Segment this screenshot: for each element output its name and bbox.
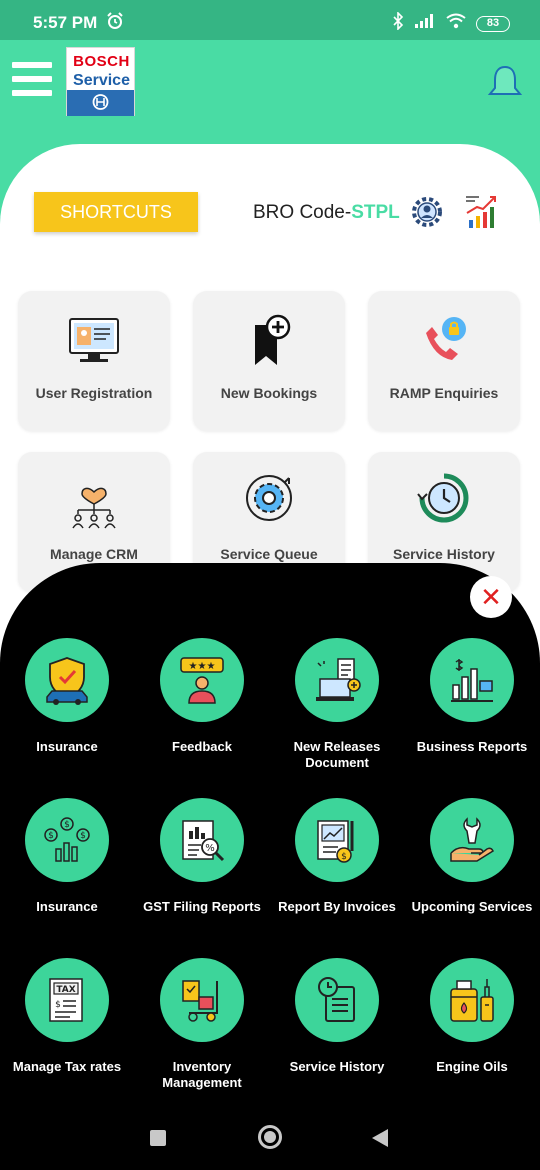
svg-text:$: $: [48, 831, 54, 841]
menu-item-label: Upcoming Services: [411, 899, 533, 914]
menu-item-label: Insurance: [36, 739, 98, 754]
menu-item-label: Manage Tax rates: [12, 1059, 122, 1074]
tile-ramp-enquiries[interactable]: RAMP Enquiries: [368, 291, 520, 431]
bell-icon[interactable]: [486, 64, 524, 105]
menu-item-insurance[interactable]: [25, 638, 109, 722]
menu-item-inventory-management[interactable]: [160, 958, 244, 1042]
wrench-hand-icon: [450, 817, 494, 862]
bookmark-add-icon: [239, 311, 299, 371]
rating-feedback-icon: ★★★: [180, 657, 224, 704]
alarm-icon: [106, 12, 124, 35]
menu-item-label: GST Filing Reports: [143, 899, 261, 914]
menu-item-gst-filing-reports[interactable]: %: [160, 798, 244, 882]
home-icon[interactable]: [258, 1125, 282, 1149]
phone-enquiry-icon: [414, 311, 474, 371]
bro-code: BRO Code-STPL: [253, 202, 400, 224]
business-chart-icon: [451, 659, 493, 702]
tile-label: Service Queue: [220, 546, 318, 562]
history-clock-icon: [414, 472, 474, 532]
status-icons: 83: [392, 11, 510, 35]
menu-item-new-releases-document[interactable]: [295, 638, 379, 722]
bosch-service-logo: BOSCH Service: [66, 47, 135, 116]
crm-icon: [64, 472, 124, 532]
shortcuts-button[interactable]: SHORTCUTS: [34, 192, 198, 232]
tile-label: Manage CRM: [50, 546, 138, 562]
menu-item-manage-tax-rates[interactable]: TAX $: [25, 958, 109, 1042]
menu-item-service-history[interactable]: [295, 958, 379, 1042]
back-icon[interactable]: [372, 1129, 388, 1147]
recents-icon[interactable]: [150, 1130, 166, 1146]
close-icon[interactable]: ✕: [470, 576, 512, 618]
tile-label: RAMP Enquiries: [389, 385, 499, 401]
clock-document-icon: [318, 977, 355, 1022]
status-bar: 5:57 PM 83: [0, 0, 540, 40]
gear-icon: [239, 472, 299, 532]
tile-new-bookings[interactable]: New Bookings: [193, 291, 345, 431]
wifi-icon: [446, 13, 466, 34]
document-release-icon: [316, 658, 361, 701]
user-registration-icon: [64, 311, 124, 371]
menu-item-engine-oils[interactable]: [430, 958, 514, 1042]
menu-item-label: Service History: [289, 1059, 385, 1074]
inventory-trolley-icon: [182, 980, 218, 1022]
tax-document-icon: TAX $: [49, 978, 83, 1022]
tile-user-registration[interactable]: User Registration: [18, 291, 170, 431]
logo-brand: BOSCH: [73, 53, 130, 70]
svg-text:$: $: [341, 852, 347, 862]
menu-item-label: Insurance: [36, 899, 98, 914]
money-chart-icon: $ $ $: [44, 817, 90, 862]
shield-car-icon: [46, 657, 88, 705]
svg-text:$: $: [80, 831, 86, 841]
svg-text:$: $: [55, 1000, 61, 1010]
gst-report-icon: %: [182, 820, 225, 862]
logo-badge: [67, 90, 134, 116]
menu-item-upcoming-services[interactable]: [430, 798, 514, 882]
svg-text:%: %: [205, 843, 215, 854]
menu-item-business-reports[interactable]: [430, 638, 514, 722]
bro-code-label: BRO Code-: [253, 202, 352, 223]
invoice-report-icon: $: [317, 820, 354, 863]
battery-icon: 83: [476, 15, 510, 32]
menu-item-label: Engine Oils: [436, 1059, 508, 1074]
bluetooth-icon: [392, 11, 404, 35]
hamburger-icon[interactable]: [12, 62, 52, 98]
menu-item-label: New Releases Document: [293, 739, 381, 770]
menu-item-label: Feedback: [172, 739, 232, 754]
logo-sub: Service: [73, 72, 130, 89]
tile-label: Service History: [393, 546, 495, 562]
menu-item-insurance-2[interactable]: $ $ $: [25, 798, 109, 882]
svg-text:TAX: TAX: [56, 985, 75, 995]
svg-text:★★★: ★★★: [189, 661, 216, 672]
growth-chart-icon[interactable]: [463, 193, 501, 236]
menu-item-label: Report By Invoices: [278, 899, 396, 914]
oil-can-icon: [450, 979, 494, 1022]
menu-item-label: Business Reports: [416, 739, 528, 754]
tile-label: New Bookings: [220, 385, 318, 401]
menu-item-label: Inventory Management: [162, 1059, 242, 1090]
tile-label: User Registration: [35, 385, 153, 401]
menu-item-feedback[interactable]: ★★★: [160, 638, 244, 722]
menu-item-report-by-invoices[interactable]: $: [295, 798, 379, 882]
signal-icon: [414, 13, 436, 34]
status-time: 5:57 PM: [33, 13, 98, 32]
settings-profile-icon[interactable]: [408, 193, 446, 236]
svg-text:$: $: [64, 820, 70, 830]
bro-code-value: STPL: [351, 202, 400, 223]
